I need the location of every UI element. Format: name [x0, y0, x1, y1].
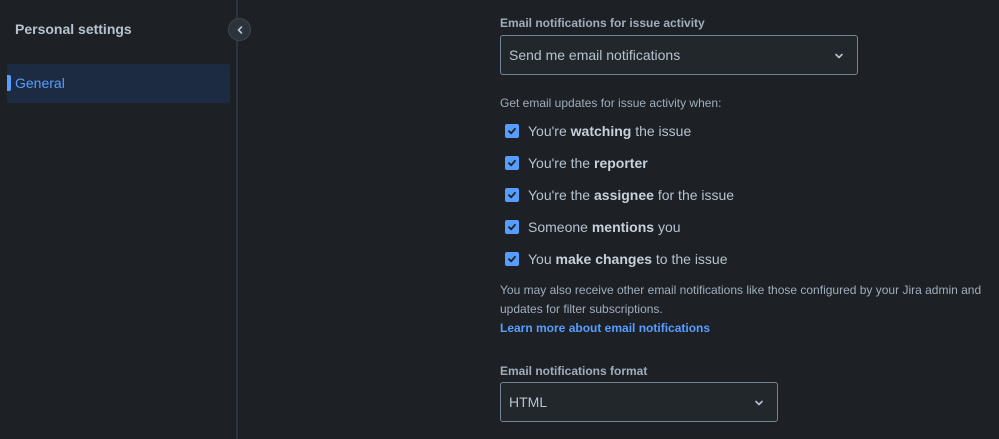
notify-option-pre: Someone	[528, 219, 592, 235]
notify-option-bold: mentions	[591, 219, 655, 235]
notify-option-post: for the issue	[653, 187, 735, 203]
notify-option-row[interactable]: You make changes to the issue	[505, 249, 728, 269]
sidebar-title: Personal settings	[15, 21, 132, 37]
notify-option-label: You're watching the issue	[528, 123, 691, 139]
sidebar: Personal settings General	[0, 0, 237, 439]
notify-option-row[interactable]: You're the reporter	[505, 153, 648, 173]
checkmark-icon	[508, 127, 516, 135]
notify-option-bold: reporter	[594, 155, 648, 171]
email-activity-label: Email notifications for issue activity	[500, 16, 705, 30]
sidebar-item-general[interactable]: General	[7, 64, 230, 103]
notify-option-bold: make changes	[555, 251, 653, 267]
email-activity-value: Send me email notifications	[509, 47, 681, 63]
notify-option-label: Someone mentions you	[528, 219, 681, 235]
notify-option-post: to the issue	[652, 251, 728, 267]
notify-option-pre: You're the	[528, 155, 594, 171]
checkbox[interactable]	[505, 124, 519, 138]
notify-option-row[interactable]: You're watching the issue	[505, 121, 691, 141]
notify-option-bold: assignee	[594, 187, 654, 203]
notify-option-row[interactable]: You're the assignee for the issue	[505, 185, 734, 205]
notify-option-row[interactable]: Someone mentions you	[505, 217, 681, 237]
learn-more-link[interactable]: Learn more about email notifications	[500, 321, 710, 335]
notify-option-label: You're the assignee for the issue	[528, 187, 734, 203]
sidebar-item-label: General	[15, 75, 65, 91]
checkmark-icon	[508, 223, 516, 231]
notifications-note: You may also receive other email notific…	[500, 283, 982, 316]
notify-option-post: the issue	[631, 123, 692, 139]
email-activity-select[interactable]: Send me email notifications	[500, 35, 858, 75]
checkbox[interactable]	[505, 220, 519, 234]
notify-option-pre: You're the	[528, 187, 594, 203]
updates-intro: Get email updates for issue activity whe…	[500, 96, 722, 110]
notify-option-pre: You're	[528, 123, 571, 139]
checkbox[interactable]	[505, 156, 519, 170]
checkbox[interactable]	[505, 188, 519, 202]
notify-option-post: you	[654, 219, 681, 235]
chevron-down-icon	[835, 53, 843, 59]
notify-option-label: You make changes to the issue	[528, 251, 728, 267]
format-label: Email notifications format	[500, 364, 648, 378]
active-indicator	[7, 75, 11, 91]
notify-option-bold: watching	[570, 123, 632, 139]
chevron-left-icon	[237, 25, 242, 34]
checkbox[interactable]	[505, 252, 519, 266]
collapse-sidebar-button[interactable]	[228, 18, 251, 41]
sidebar-divider[interactable]	[236, 0, 238, 439]
notify-option-label: You're the reporter	[528, 155, 648, 171]
checkmark-icon	[508, 255, 516, 263]
checkmark-icon	[508, 191, 516, 199]
chevron-down-icon	[755, 400, 763, 406]
notify-option-pre: You	[528, 251, 556, 267]
checkmark-icon	[508, 159, 516, 167]
format-select[interactable]: HTML	[500, 382, 778, 422]
format-value: HTML	[509, 394, 548, 410]
